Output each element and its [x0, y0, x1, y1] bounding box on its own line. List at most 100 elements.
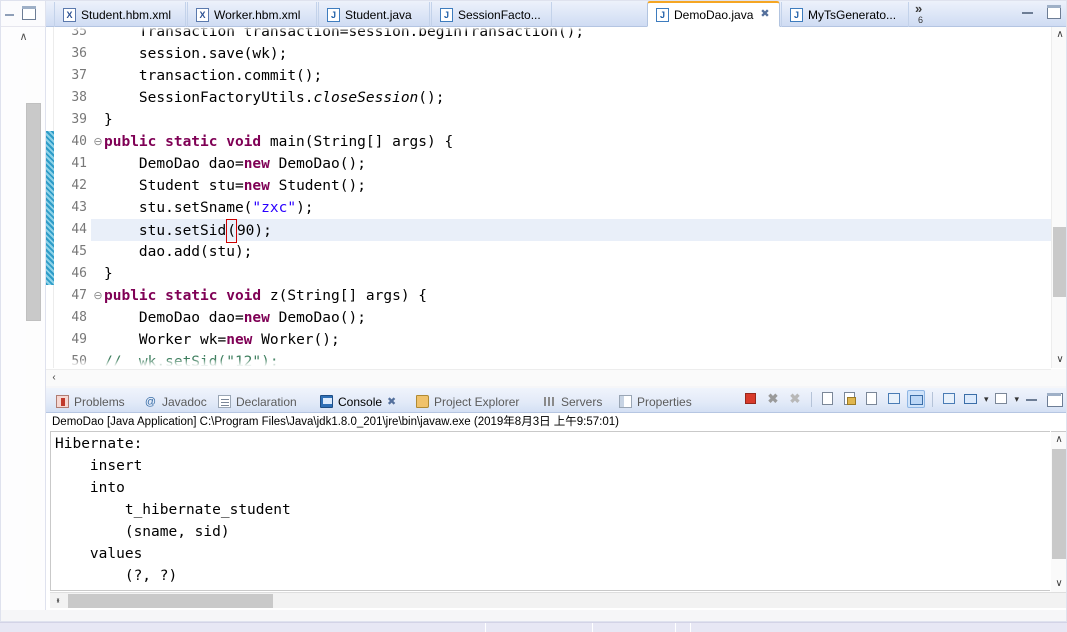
editor-tab-label: SessionFacto...: [458, 7, 541, 22]
editor-tab-worker-hbm-xml[interactable]: Worker.hbm.xml: [187, 2, 317, 27]
code-line-41[interactable]: DemoDao dao=new DemoDao();: [104, 153, 1067, 175]
line-number: 46: [71, 266, 87, 281]
console-tab-project-explorer[interactable]: Project Explorer: [416, 391, 519, 412]
scroll-up-arrow-left[interactable]: ∧: [18, 32, 29, 43]
line-number: 41: [71, 156, 87, 171]
display-selected-console-button[interactable]: [906, 390, 925, 408]
change-ruler: [46, 27, 54, 368]
editor-tab-student-hbm-xml[interactable]: Student.hbm.xml: [54, 2, 186, 27]
pin-console-icon: [942, 393, 955, 404]
code-line-46[interactable]: }: [104, 263, 1067, 285]
console-tab-close-icon[interactable]: ✖: [387, 395, 396, 408]
document-icon: [821, 392, 833, 405]
code-line-45[interactable]: dao.add(stu);: [104, 241, 1067, 263]
console-tab-label: Javadoc: [162, 394, 207, 409]
console-view: Problems Javadoc Declaration Console ✖ Projec…: [46, 388, 1067, 610]
console-tab-servers[interactable]: Servers: [543, 391, 602, 412]
code-line-42[interactable]: Student stu=new Student();: [104, 175, 1067, 197]
minimize-icon[interactable]: [4, 9, 17, 22]
editor-maximize-icon[interactable]: [1047, 5, 1061, 19]
left-panel-scroll-thumb[interactable]: [26, 103, 41, 321]
code-line-38[interactable]: SessionFactoryUtils.closeSession();: [104, 87, 1067, 109]
xml-file-icon: [63, 7, 76, 22]
display-console-dropdown-chevron-down-icon[interactable]: ▾: [984, 394, 989, 405]
editor-vertical-scroll-thumb[interactable]: [1053, 227, 1067, 297]
pin-console-button[interactable]: [940, 390, 958, 408]
console-scroll-down-arrow[interactable]: ∨: [1051, 576, 1067, 592]
editor-tab-mytsgenerato[interactable]: MyTsGenerato...: [781, 2, 909, 27]
display-console-button[interactable]: [962, 390, 980, 408]
console-tab-label: Project Explorer: [434, 394, 520, 409]
maximize-icon[interactable]: [22, 6, 36, 20]
open-console-button[interactable]: [992, 390, 1010, 408]
code-line-49[interactable]: Worker wk=new Worker();: [104, 329, 1067, 351]
editor-vertical-scrollbar[interactable]: ∧ ∨: [1051, 27, 1067, 368]
console-tab-console[interactable]: Console ✖: [315, 388, 401, 414]
javadoc-icon: [144, 395, 157, 408]
code-line-39[interactable]: }: [104, 109, 1067, 131]
line-number: 35: [71, 27, 87, 39]
code-line-43[interactable]: stu.setSname("zxc");: [104, 197, 1067, 219]
show-console-on-output-button[interactable]: [885, 390, 903, 408]
code-line-48[interactable]: DemoDao dao=new DemoDao();: [104, 307, 1067, 329]
line-number: 40: [71, 134, 87, 149]
java-file-icon: [440, 7, 453, 22]
java-file-icon: [327, 7, 340, 22]
scroll-lock-button[interactable]: [841, 390, 859, 408]
code-line-50[interactable]: // wk.setSid("12");: [104, 351, 1067, 368]
minimize-view-button[interactable]: [1023, 390, 1041, 408]
maximize-view-button[interactable]: [1045, 390, 1063, 408]
editor-minimize-icon[interactable]: [1021, 5, 1035, 19]
open-console-dropdown-chevron-down-icon[interactable]: ▾: [1014, 394, 1019, 405]
console-scroll-up-arrow[interactable]: ∧: [1051, 432, 1067, 448]
status-separator: [690, 623, 691, 632]
code-line-37[interactable]: transaction.commit();: [104, 65, 1067, 87]
clear-console-button[interactable]: [819, 390, 837, 408]
left-panel-scrollbar[interactable]: [26, 48, 41, 600]
tab-overflow-chevron-icon[interactable]: » 6: [915, 2, 923, 25]
code-line-35[interactable]: Transaction transaction=session.beginTra…: [104, 27, 1067, 43]
wrap-document-icon: [865, 392, 877, 405]
line-number: 48: [71, 310, 87, 325]
editor-tab-demodao-java[interactable]: DemoDao.java ✖: [647, 1, 780, 27]
console-tab-label: Servers: [561, 394, 603, 409]
console-horizontal-scroll-thumb[interactable]: [68, 594, 273, 608]
line-number: 43: [71, 200, 87, 215]
code-line-36[interactable]: session.save(wk);: [104, 43, 1067, 65]
terminate-button[interactable]: [742, 390, 760, 408]
console-vertical-scrollbar[interactable]: ∧ ∨: [1051, 431, 1067, 593]
eclipse-workbench-window: ∧ Student.hbm.xml Worker.hbm.xml Student.j…: [0, 0, 1067, 632]
tab-overflow-count: 6: [918, 15, 924, 25]
editor-scroll-corner: [1051, 369, 1067, 386]
console-scroll-right-arrow[interactable]: ›: [50, 593, 66, 609]
editor-scroll-up-arrow[interactable]: ∧: [1052, 27, 1067, 43]
word-wrap-button[interactable]: [863, 390, 881, 408]
console-horizontal-scrollbar[interactable]: ‹ ›: [50, 592, 1067, 608]
monitor-icon: [963, 394, 977, 404]
editor-scroll-left-arrow[interactable]: ‹: [46, 370, 62, 386]
fold-toggle-icon[interactable]: ⊖: [92, 285, 104, 307]
code-line-44[interactable]: stu.setSid(90);: [104, 219, 1067, 243]
console-tab-properties[interactable]: Properties: [619, 391, 692, 412]
status-separator: [675, 623, 676, 632]
source-code-lines[interactable]: Transaction transaction=session.beginTra…: [104, 27, 1067, 368]
code-editor[interactable]: 35 36 37 38 39 40 41 42 43 44 45 46 47 48 49 50 ⊖ ⊖ Tran…: [46, 27, 1067, 368]
console-tab-label: Properties: [637, 394, 692, 409]
editor-scroll-down-arrow[interactable]: ∨: [1052, 352, 1067, 368]
console-tab-problems[interactable]: Problems: [56, 391, 125, 412]
remove-launch-button[interactable]: ✖: [764, 390, 782, 408]
editor-tab-label: DemoDao.java: [674, 7, 754, 22]
console-vertical-scroll-thumb[interactable]: [1052, 449, 1066, 559]
console-output-area[interactable]: Hibernate: insert into t_hibernate_stude…: [50, 431, 1050, 591]
editor-tab-sessionfacto[interactable]: SessionFacto...: [431, 2, 552, 27]
code-line-47[interactable]: public static void z(String[] args) {: [104, 285, 1067, 307]
xml-file-icon: [196, 7, 209, 22]
fold-toggle-icon[interactable]: ⊖: [92, 131, 104, 153]
remove-all-launches-button[interactable]: ✖: [786, 390, 804, 408]
editor-tab-student-java[interactable]: Student.java: [318, 2, 430, 27]
console-tab-declaration[interactable]: Declaration: [218, 391, 297, 412]
editor-horizontal-scrollbar[interactable]: ‹: [46, 369, 1051, 386]
console-tab-javadoc[interactable]: Javadoc: [144, 391, 207, 412]
editor-tab-close-icon[interactable]: ✖: [760, 9, 769, 20]
code-line-40[interactable]: public static void main(String[] args) {: [104, 131, 1067, 153]
